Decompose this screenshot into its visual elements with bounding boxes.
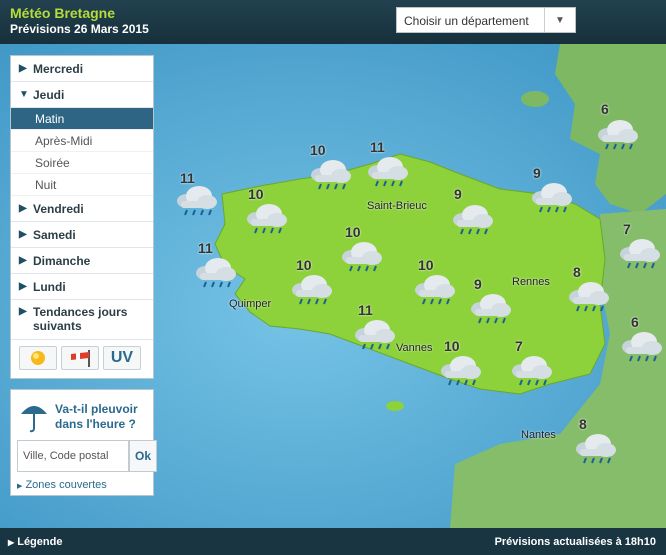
period-soiree[interactable]: Soirée [11,152,153,174]
sun-icon [31,351,45,365]
temperature: 10 [418,257,434,273]
period-apres-midi[interactable]: Après-Midi [11,130,153,152]
rain-cloud-icon [453,205,493,235]
island [521,91,549,107]
triangle-right-icon: ▶ [19,203,27,214]
rain-question: Va-t-il pleuvoir dans l'heure ? [55,402,138,431]
city-label: Quimper [229,298,272,310]
island [578,119,592,129]
day-lundi[interactable]: ▶ Lundi [11,274,153,300]
triangle-right-icon: ▶ [19,229,27,240]
department-select[interactable]: Choisir un département ▼ [396,7,576,33]
day-tendances[interactable]: ▶ Tendances jours suivants [11,300,153,340]
covered-zones-label: Zones couvertes [25,479,107,491]
temperature: 9 [454,186,462,202]
rain-cloud-icon [576,434,616,464]
rain-cloud-icon [415,275,455,305]
rain-cloud-icon [620,239,660,269]
covered-zones-link[interactable]: ▶ Zones couvertes [17,479,107,491]
day-vendredi[interactable]: ▶ Vendredi [11,196,153,222]
triangle-right-icon: ▶ [19,255,27,266]
temperature: 9 [533,165,541,181]
day-label: Samedi [33,227,76,242]
sun-layer-button[interactable] [19,346,57,370]
temperature: 6 [601,101,609,117]
temperature: 11 [358,302,373,318]
day-label: Dimanche [33,253,91,268]
day-label: Mercredi [33,61,84,76]
rain-cloud-icon [342,242,382,272]
windsock-icon [71,350,90,367]
department-select-label: Choisir un département [404,14,529,28]
triangle-right-icon: ▶ [19,63,27,74]
rain-cloud-icon [471,294,511,324]
rain-cloud-icon [196,258,236,288]
day-label: Jeudi [33,87,65,102]
rain-forecast-widget: Va-t-il pleuvoir dans l'heure ? Ok ▶ Zon… [10,389,157,496]
rain-cloud-icon [512,356,552,386]
rain-cloud-icon [368,157,408,187]
rain-cloud-icon [292,275,332,305]
ok-button[interactable]: Ok [129,440,157,472]
temperature: 10 [444,338,460,354]
day-label: Tendances jours suivants [33,305,128,333]
day-dimanche[interactable]: ▶ Dimanche [11,248,153,274]
rain-cloud-icon [598,120,638,150]
uv-icon: UV [110,349,134,366]
temperature: 10 [345,224,361,240]
rain-cloud-icon [311,160,351,190]
triangle-right-icon: ▶ [19,281,27,292]
temperature: 7 [623,221,631,237]
triangle-down-icon: ▼ [19,89,29,100]
temperature: 6 [631,314,639,330]
rain-cloud-icon [532,183,572,213]
city-search-input[interactable] [17,440,129,472]
header: Météo Bretagne Prévisions 26 Mars 2015 C… [0,0,666,44]
triangle-right-icon: ▶ [19,306,27,317]
rain-cloud-icon [622,332,662,362]
period-nuit[interactable]: Nuit [11,174,153,196]
legend-toggle[interactable]: ▶ Légende [8,536,62,548]
day-label: Lundi [33,279,66,294]
triangle-right-icon: ▶ [8,538,15,547]
temperature: 10 [248,186,264,202]
umbrella-icon [21,406,47,433]
footer: ▶ Légende Prévisions actualisées à 18h10 [0,528,666,555]
wind-layer-button[interactable] [61,346,99,370]
temperature: 10 [296,257,312,273]
rain-cloud-icon [441,356,481,386]
temperature: 8 [573,264,581,280]
city-label: Nantes [521,429,556,441]
temperature: 9 [474,276,482,292]
rain-cloud-icon [177,186,217,216]
day-navigation: ▶ Mercredi ▼ Jeudi Matin Après-Midi Soirée… [10,55,154,379]
temperature: 11 [370,139,385,155]
temperature: 8 [579,416,587,432]
page-title: Météo Bretagne [10,5,116,21]
city-label: Rennes [512,276,550,288]
island [386,401,404,411]
map-layer-buttons: UV [11,340,153,378]
day-mercredi[interactable]: ▶ Mercredi [11,56,153,82]
day-label: Vendredi [33,201,84,216]
period-matin[interactable]: Matin [11,108,153,130]
chevron-down-icon[interactable]: ▼ [544,8,575,32]
temperature: 7 [515,338,523,354]
forecast-date: Prévisions 26 Mars 2015 [10,22,149,36]
day-samedi[interactable]: ▶ Samedi [11,222,153,248]
update-time: Prévisions actualisées à 18h10 [494,536,656,548]
rain-cloud-icon [355,320,395,350]
rain-cloud-icon [569,282,609,312]
city-label: Vannes [396,342,433,354]
temperature: 11 [198,240,213,256]
day-jeudi[interactable]: ▼ Jeudi [11,82,153,108]
triangle-right-icon: ▶ [17,483,23,490]
rain-cloud-icon [247,204,287,234]
temperature: 10 [310,142,326,158]
legend-label: Légende [17,536,63,548]
uv-layer-button[interactable]: UV [103,346,141,370]
city-label: Saint-Brieuc [367,200,427,212]
